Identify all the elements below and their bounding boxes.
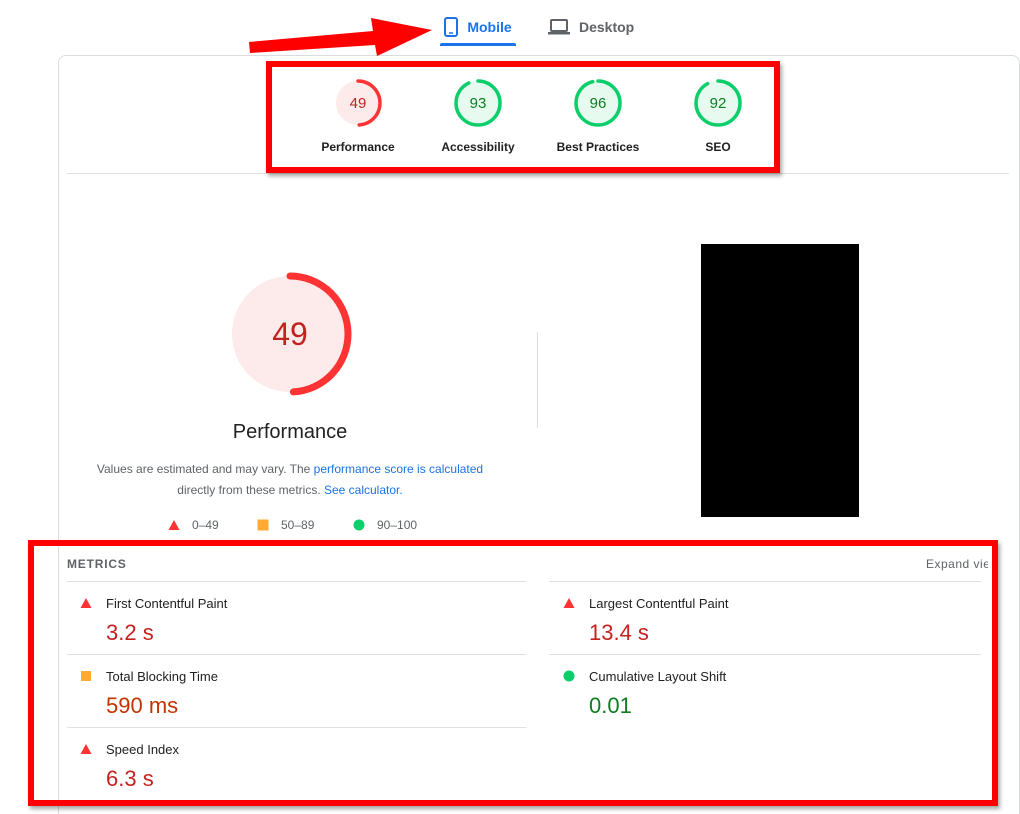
tab-desktop-label: Desktop: [579, 19, 635, 35]
laptop-icon: [548, 19, 570, 35]
see-calculator-link[interactable]: See calculator.: [324, 483, 403, 497]
tab-mobile[interactable]: Mobile: [440, 8, 516, 46]
legend-fail: 0–49: [168, 517, 219, 533]
gauges-divider: [67, 173, 1009, 174]
tab-mobile-label: Mobile: [467, 19, 512, 35]
legend-pass-range: 90–100: [377, 518, 418, 532]
phone-icon: [444, 17, 459, 37]
legend-pass: 90–100: [353, 517, 417, 533]
performance-note-text-2: directly from these metrics.: [177, 483, 324, 497]
annotation-arrow-icon: [249, 18, 432, 56]
score-calculated-link[interactable]: performance score is calculated: [314, 462, 483, 476]
performance-title: Performance: [232, 421, 348, 443]
performance-note: Values are estimated and may vary. The p…: [90, 459, 490, 501]
performance-gauge-large: 49: [228, 272, 352, 396]
tab-desktop[interactable]: Desktop: [548, 8, 634, 46]
legend-fail-range: 0–49: [192, 518, 219, 532]
circle-icon: [353, 519, 365, 531]
legend-average-range: 50–89: [281, 518, 315, 532]
section-divider: [537, 332, 538, 428]
annotation-box-scores: [266, 61, 780, 173]
annotation-box-metrics: [28, 540, 998, 806]
performance-note-text: Values are estimated and may vary. The: [96, 462, 314, 476]
square-icon: [257, 519, 269, 531]
performance-score-large: 49: [272, 316, 308, 352]
triangle-icon: [168, 520, 180, 530]
legend-average: 50–89: [257, 517, 314, 533]
page-screenshot-thumbnail: [701, 244, 859, 517]
